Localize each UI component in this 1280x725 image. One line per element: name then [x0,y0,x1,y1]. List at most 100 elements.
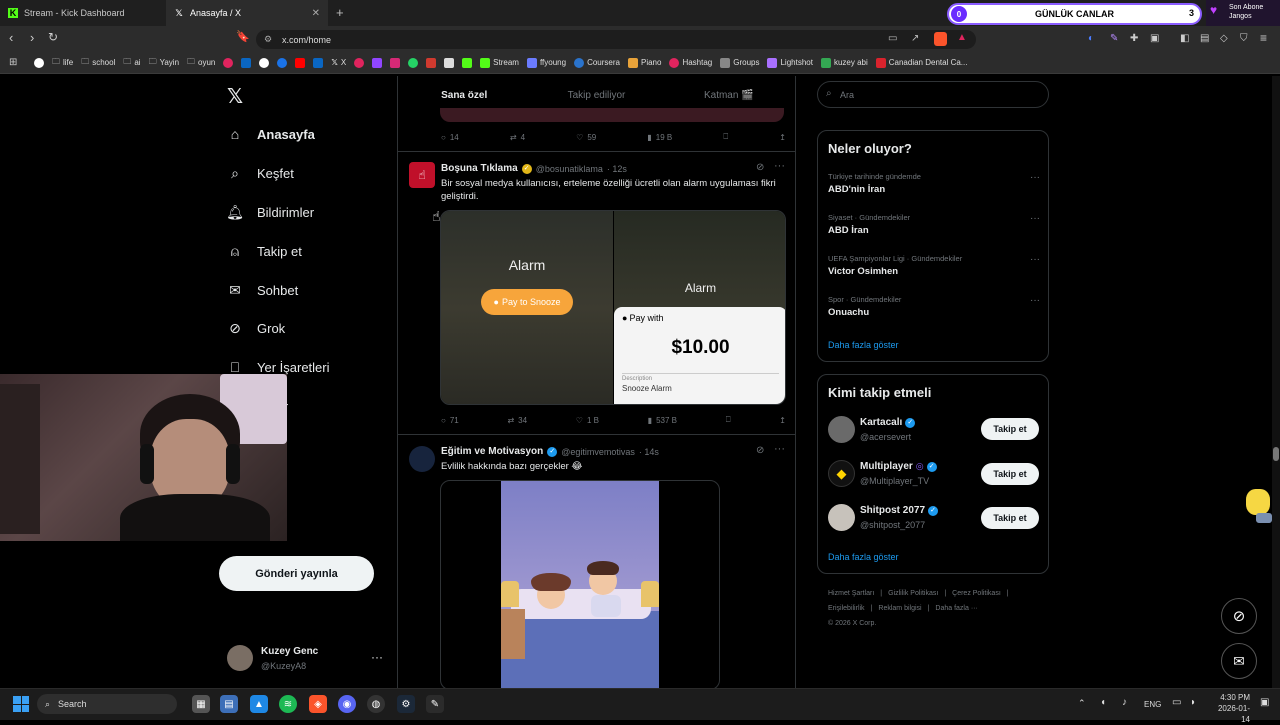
trend-item[interactable]: Siyaset · Gündemdekiler ABD İran ··· [828,213,1040,236]
more-options-icon[interactable]: ··· [1030,295,1040,306]
notification-icon[interactable]: ▣ [1260,697,1269,708]
reply-button[interactable]: ○ 71 [441,415,459,425]
bookmark-groups[interactable]: Groups [720,57,759,68]
bookmark-linkedin[interactable] [241,57,252,68]
more-options-icon[interactable]: ··· [774,443,785,455]
footer-link[interactable]: Erişilebilirlik [828,601,865,616]
page-scrollbar[interactable] [1272,76,1280,688]
bookmark-twitch[interactable] [372,57,383,68]
extension-icon[interactable]: ◐ [1088,33,1094,44]
more-options-icon[interactable]: ··· [1030,254,1040,265]
avatar[interactable] [828,416,855,443]
windows-start-button[interactable] [13,696,29,712]
taskbar-search[interactable]: ⌕ Search [37,694,177,714]
speaker-icon[interactable]: ◖ [1100,697,1106,708]
author-name[interactable]: Eğitim ve Motivasyon [441,446,543,457]
bookmark-folder[interactable]: 🗀 life [52,56,73,70]
nav-bookmarks[interactable]: ⎕ Yer İşaretleri [227,359,330,375]
task-view-icon[interactable]: ▦ [192,695,210,713]
more-options-icon[interactable]: ··· [371,650,383,664]
suggestion-name[interactable]: Kartacalı [860,417,902,428]
bookmark-coursera[interactable]: Coursera [574,57,620,68]
bookmark-hashtag[interactable]: Hashtag [669,57,712,68]
back-button[interactable]: ‹ [9,30,13,45]
footer-link[interactable]: Reklam bilgisi [878,601,921,616]
screenshot-icon[interactable]: ▣ [1150,33,1159,44]
bookmark-favicon[interactable] [313,57,324,68]
views-button[interactable]: ▮ 537 B [648,415,677,425]
like-button[interactable]: ♡ 59 [576,132,596,142]
bookmark-page-icon[interactable]: 🔖 [236,30,250,43]
bookmark-amazon[interactable] [444,57,455,68]
bookmark-folder[interactable]: 🗀 school [81,56,115,70]
photos-icon[interactable]: ▲ [250,695,268,713]
bookmark-youtube[interactable] [295,57,306,68]
bookmark-favicon[interactable] [277,57,288,68]
steam-icon[interactable]: ⚙ [397,695,415,713]
bookmark-kuzey-abi[interactable]: kuzey abi [820,57,868,68]
x-logo-icon[interactable]: 𝕏 [227,84,243,109]
reply-button[interactable]: ○ 14 [441,132,459,142]
grok-icon[interactable]: ⊘ [756,445,764,456]
clock[interactable]: 4:30 PM 2026-01-14 [1210,692,1250,725]
trend-item[interactable]: UEFA Şampiyonlar Ligi · Gündemdekiler Vi… [828,254,1040,277]
nav-follow[interactable]: ⍝ Takip et [227,243,302,259]
footer-link[interactable]: Daha fazla ··· [935,601,977,616]
share-button[interactable]: ↥ [779,415,786,425]
avatar[interactable]: ◆ [828,460,855,487]
bookmark-favicon[interactable] [354,57,365,68]
bookmark-google[interactable] [34,57,44,68]
bookmark-piano[interactable]: Piano [627,57,661,68]
pen-extension-icon[interactable]: ✎ [1110,33,1118,44]
language-indicator[interactable]: ENG [1144,700,1161,709]
nav-home[interactable]: ⌂ Anasayfa [227,126,315,142]
footer-link[interactable]: Gizlilik Politikası [888,586,938,601]
puzzle-icon[interactable]: ✚ [1130,33,1138,44]
grok-icon[interactable]: ⊘ [756,162,764,173]
avatar[interactable] [409,446,435,472]
follow-button[interactable]: Takip et [981,463,1039,485]
cast-icon[interactable]: ▭ [888,33,897,44]
show-more-link[interactable]: Daha fazla göster [828,552,899,562]
trend-item[interactable]: Türkiye tarihinde gündemde ABD'nin İran … [828,172,1040,195]
share-button[interactable]: ↥ [779,132,786,142]
share-icon[interactable]: ↗ [911,33,919,44]
url-bar[interactable]: ⚙ x.com/home [256,30,976,49]
discord-icon[interactable]: ◉ [338,695,356,713]
vpn-icon[interactable]: ◇ [1220,33,1228,44]
avatar[interactable] [227,645,253,671]
repost-button[interactable]: ⇄ 34 [507,415,527,425]
suggestion-name[interactable]: Multiplayer [860,461,913,472]
bookmark-button[interactable]: ⎕ [723,132,728,142]
obs-icon[interactable]: ◍ [367,695,385,713]
post-button[interactable]: Gönderi yayınla [219,556,374,591]
author-name[interactable]: Boşuna Tıklama [441,163,518,174]
tweet-media[interactable] [440,480,720,688]
reload-button[interactable]: ↻ [48,30,58,44]
suggestion-name[interactable]: Shitpost 2077 [860,505,925,516]
brave-icon[interactable]: ◈ [309,695,327,713]
spotify-icon[interactable]: ≋ [279,695,297,713]
grok-floating-button[interactable]: ⊘ [1221,598,1257,634]
brave-shield-icon[interactable] [934,32,947,46]
footer-link[interactable]: Hizmet Şartları [828,586,874,601]
nav-notifications[interactable]: 🔔︎ Bildirimler [226,204,314,220]
nav-grok[interactable]: ⊘ Grok [227,320,285,336]
more-options-icon[interactable]: ··· [774,160,785,172]
bookmark-lightshot[interactable]: Lightshot [767,57,813,68]
author-handle[interactable]: @bosunatiklama [536,164,603,174]
scrollbar-thumb[interactable] [1273,447,1279,461]
site-info-icon[interactable]: ⚙ [264,34,272,45]
like-button[interactable]: ♡ 1 B [576,415,599,425]
apps-grid-icon[interactable]: ⊞ [9,57,17,68]
avatar[interactable] [828,504,855,531]
network-icon[interactable]: ▭ [1172,697,1181,708]
author-handle[interactable]: @egitimvemotivas [561,447,635,457]
wallet-icon[interactable]: ▤ [1200,33,1209,44]
trend-item[interactable]: Spor · Gündemdekiler Onuachu ··· [828,295,1040,318]
more-options-icon[interactable]: ··· [1030,172,1040,183]
tray-overflow-icon[interactable]: ⌃ [1078,698,1086,709]
more-options-icon[interactable]: ··· [1030,213,1040,224]
shield-icon[interactable]: ⛉ [1240,33,1248,44]
follow-button[interactable]: Takip et [981,418,1039,440]
